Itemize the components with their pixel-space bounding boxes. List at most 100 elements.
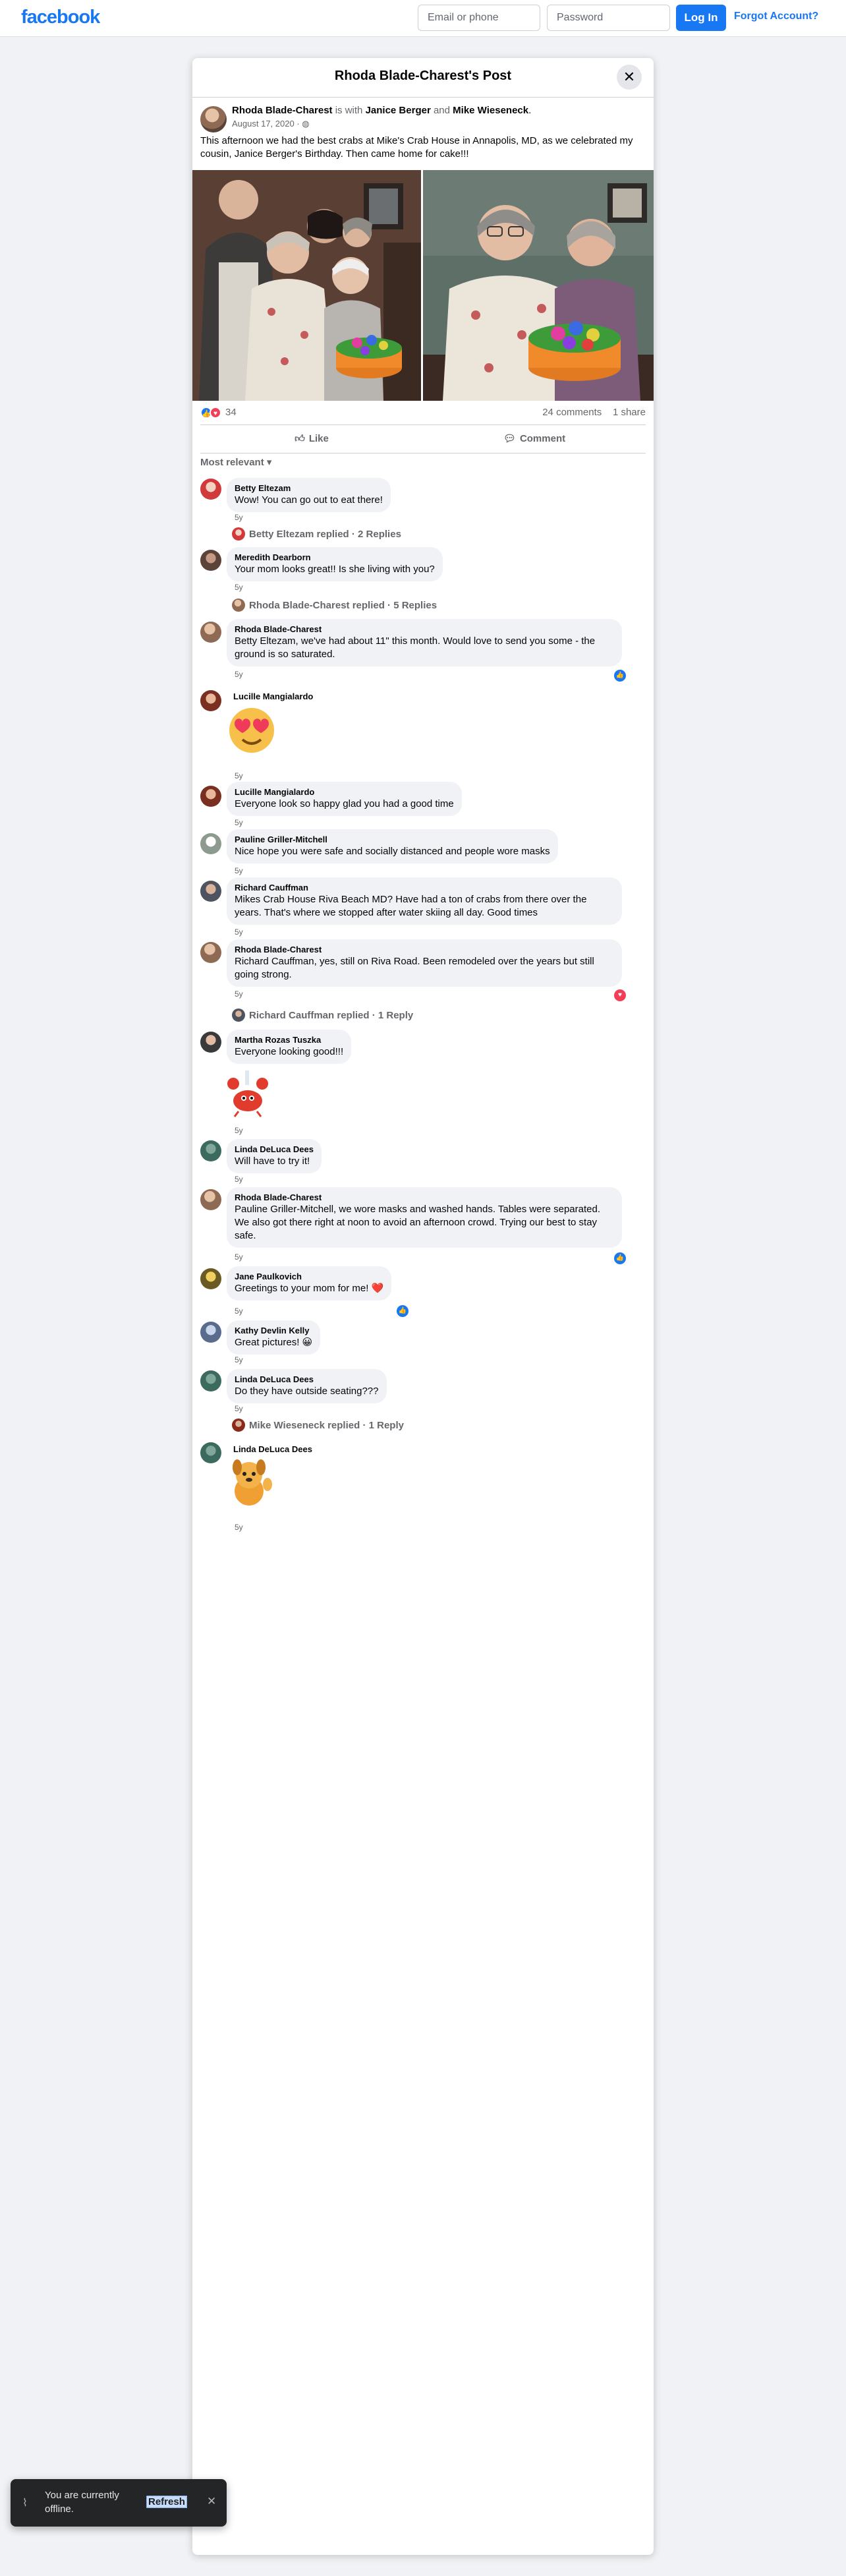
comment-text: Will have to try it!: [235, 1156, 310, 1167]
heart-eyes-sticker[interactable]: [225, 703, 278, 755]
avatar[interactable]: [200, 1322, 221, 1343]
sort-label: Most relevant: [200, 457, 264, 468]
comment-author[interactable]: Meredith Dearborn: [235, 552, 435, 563]
avatar[interactable]: [200, 833, 221, 854]
comment-author[interactable]: Lucille Mangialardo: [233, 691, 313, 702]
tagged-person-link[interactable]: Janice Berger: [366, 105, 431, 116]
comment-timestamp[interactable]: 5y: [235, 866, 243, 875]
comment-timestamp[interactable]: 5y: [235, 513, 243, 522]
comment-author[interactable]: Martha Rozas Tuszka: [235, 1035, 343, 1045]
avatar[interactable]: [200, 786, 221, 807]
comment-text: Richard Cauffman, yes, still on Riva Roa…: [235, 956, 594, 980]
replies-label: Rhoda Blade-Charest replied · 5 Replies: [249, 600, 437, 611]
replies-label: Betty Eltezam replied · 2 Replies: [249, 529, 401, 540]
view-replies-link[interactable]: Rhoda Blade-Charest replied · 5 Replies: [232, 599, 437, 612]
comment-author[interactable]: Lucille Mangialardo: [235, 787, 454, 798]
comments-count[interactable]: 24 comments: [542, 407, 602, 418]
comment-timestamp[interactable]: 5y: [235, 1126, 243, 1135]
comment-timestamp[interactable]: 5y: [235, 1252, 243, 1262]
comment-timestamp[interactable]: 5y: [235, 1175, 243, 1184]
like-button[interactable]: 👍︎ Like: [200, 425, 423, 453]
view-replies-link[interactable]: Richard Cauffman replied · 1 Reply: [232, 1009, 413, 1022]
facebook-logo[interactable]: facebook: [21, 7, 100, 28]
avatar[interactable]: [200, 881, 221, 902]
close-icon[interactable]: ✕: [207, 2495, 216, 2508]
with-text: is with: [335, 105, 363, 116]
like-reaction-icon[interactable]: 👍: [614, 1252, 626, 1264]
post-photo[interactable]: [423, 170, 654, 401]
comment-timestamp[interactable]: 5y: [235, 583, 243, 592]
avatar[interactable]: [200, 1140, 221, 1161]
avatar[interactable]: [200, 690, 221, 711]
globe-icon: · ◍: [296, 119, 310, 129]
comment-bubble: Linda DeLuca Dees Do they have outside s…: [227, 1369, 387, 1403]
shares-count[interactable]: 1 share: [613, 407, 646, 418]
comment-text: Everyone look so happy glad you had a go…: [235, 798, 454, 809]
like-reaction-icon[interactable]: 👍: [397, 1305, 409, 1317]
post-date-link[interactable]: August 17, 2020: [232, 119, 295, 129]
replies-label: Richard Cauffman replied · 1 Reply: [249, 1010, 414, 1021]
comment-timestamp[interactable]: 5y: [235, 927, 243, 937]
photo-illustration: [423, 170, 654, 401]
thumbs-up-icon: 👍︎: [295, 433, 305, 444]
post-author-line: Rhoda Blade-Charest is with Janice Berge…: [232, 105, 532, 116]
comment-timestamp[interactable]: 5y: [235, 989, 243, 999]
love-reaction-icon[interactable]: ♥: [614, 989, 626, 1001]
avatar[interactable]: [200, 1268, 221, 1289]
password-input[interactable]: [547, 5, 670, 31]
view-replies-link[interactable]: Betty Eltezam replied · 2 Replies: [232, 527, 401, 541]
view-replies-link[interactable]: Mike Wieseneck replied · 1 Reply: [232, 1419, 404, 1432]
waving-dog-sticker[interactable]: [225, 1455, 275, 1508]
comment-author[interactable]: Jane Paulkovich: [235, 1272, 383, 1282]
comment-author[interactable]: Rhoda Blade-Charest: [235, 945, 614, 955]
close-icon[interactable]: ✕: [617, 65, 642, 90]
comment-author[interactable]: Rhoda Blade-Charest: [235, 624, 614, 635]
comment-bubble: Betty Eltezam Wow! You can go out to eat…: [227, 478, 391, 512]
comment-timestamp[interactable]: 5y: [235, 1404, 243, 1413]
comment-timestamp[interactable]: 5y: [235, 771, 243, 780]
comment-timestamp[interactable]: 5y: [235, 670, 243, 679]
avatar[interactable]: [200, 1442, 221, 1463]
comment-author[interactable]: Richard Cauffman: [235, 883, 614, 893]
avatar[interactable]: [200, 622, 221, 643]
and-text: and: [433, 105, 450, 116]
comment-timestamp[interactable]: 5y: [235, 1523, 243, 1532]
comment-author[interactable]: Linda DeLuca Dees: [233, 1444, 312, 1455]
author-name-link[interactable]: Rhoda Blade-Charest: [232, 105, 333, 116]
comment-author[interactable]: Linda DeLuca Dees: [235, 1144, 314, 1155]
tagged-person-link[interactable]: Mike Wieseneck: [453, 105, 528, 116]
love-reaction-icon[interactable]: ♥: [210, 407, 221, 419]
avatar[interactable]: [200, 1032, 221, 1053]
crab-chef-sticker[interactable]: [225, 1065, 270, 1118]
comment-bubble: Kathy Devlin Kelly Great pictures! 😀: [227, 1320, 321, 1355]
avatar[interactable]: [200, 550, 221, 571]
post-photo[interactable]: [192, 170, 421, 401]
login-button[interactable]: Log In: [676, 5, 726, 31]
author-avatar[interactable]: [200, 106, 227, 132]
avatar[interactable]: [200, 1370, 221, 1391]
comment-timestamp[interactable]: 5y: [235, 1306, 243, 1316]
email-input[interactable]: [418, 5, 540, 31]
comment-text: Everyone looking good!!!: [235, 1046, 344, 1057]
refresh-button[interactable]: Refresh: [146, 2496, 187, 2508]
comment-sort-dropdown[interactable]: Most relevant ▾: [200, 456, 271, 468]
comment-author[interactable]: Rhoda Blade-Charest: [235, 1192, 614, 1203]
comment-timestamp[interactable]: 5y: [235, 1355, 243, 1364]
comment-timestamp[interactable]: 5y: [235, 818, 243, 827]
avatar[interactable]: [200, 1189, 221, 1210]
comment-text: Do they have outside seating???: [235, 1386, 379, 1397]
comment-button[interactable]: 💬︎ Comment: [423, 425, 646, 453]
avatar: [232, 599, 245, 612]
comment-author[interactable]: Betty Eltezam: [235, 483, 383, 494]
comment-text: Greetings to your mom for me! ❤️: [235, 1283, 384, 1294]
comment-bubble: Lucille Mangialardo Everyone look so hap…: [227, 782, 462, 816]
modal-title: Rhoda Blade-Charest's Post: [334, 69, 512, 83]
forgot-account-link[interactable]: Forgot Account?: [734, 11, 818, 22]
reaction-count[interactable]: 34: [225, 407, 237, 418]
avatar[interactable]: [200, 942, 221, 963]
comment-author[interactable]: Pauline Griller-Mitchell: [235, 834, 550, 845]
like-reaction-icon[interactable]: 👍: [614, 670, 626, 682]
comment-author[interactable]: Linda DeLuca Dees: [235, 1374, 379, 1385]
avatar[interactable]: [200, 479, 221, 500]
comment-author[interactable]: Kathy Devlin Kelly: [235, 1326, 312, 1336]
